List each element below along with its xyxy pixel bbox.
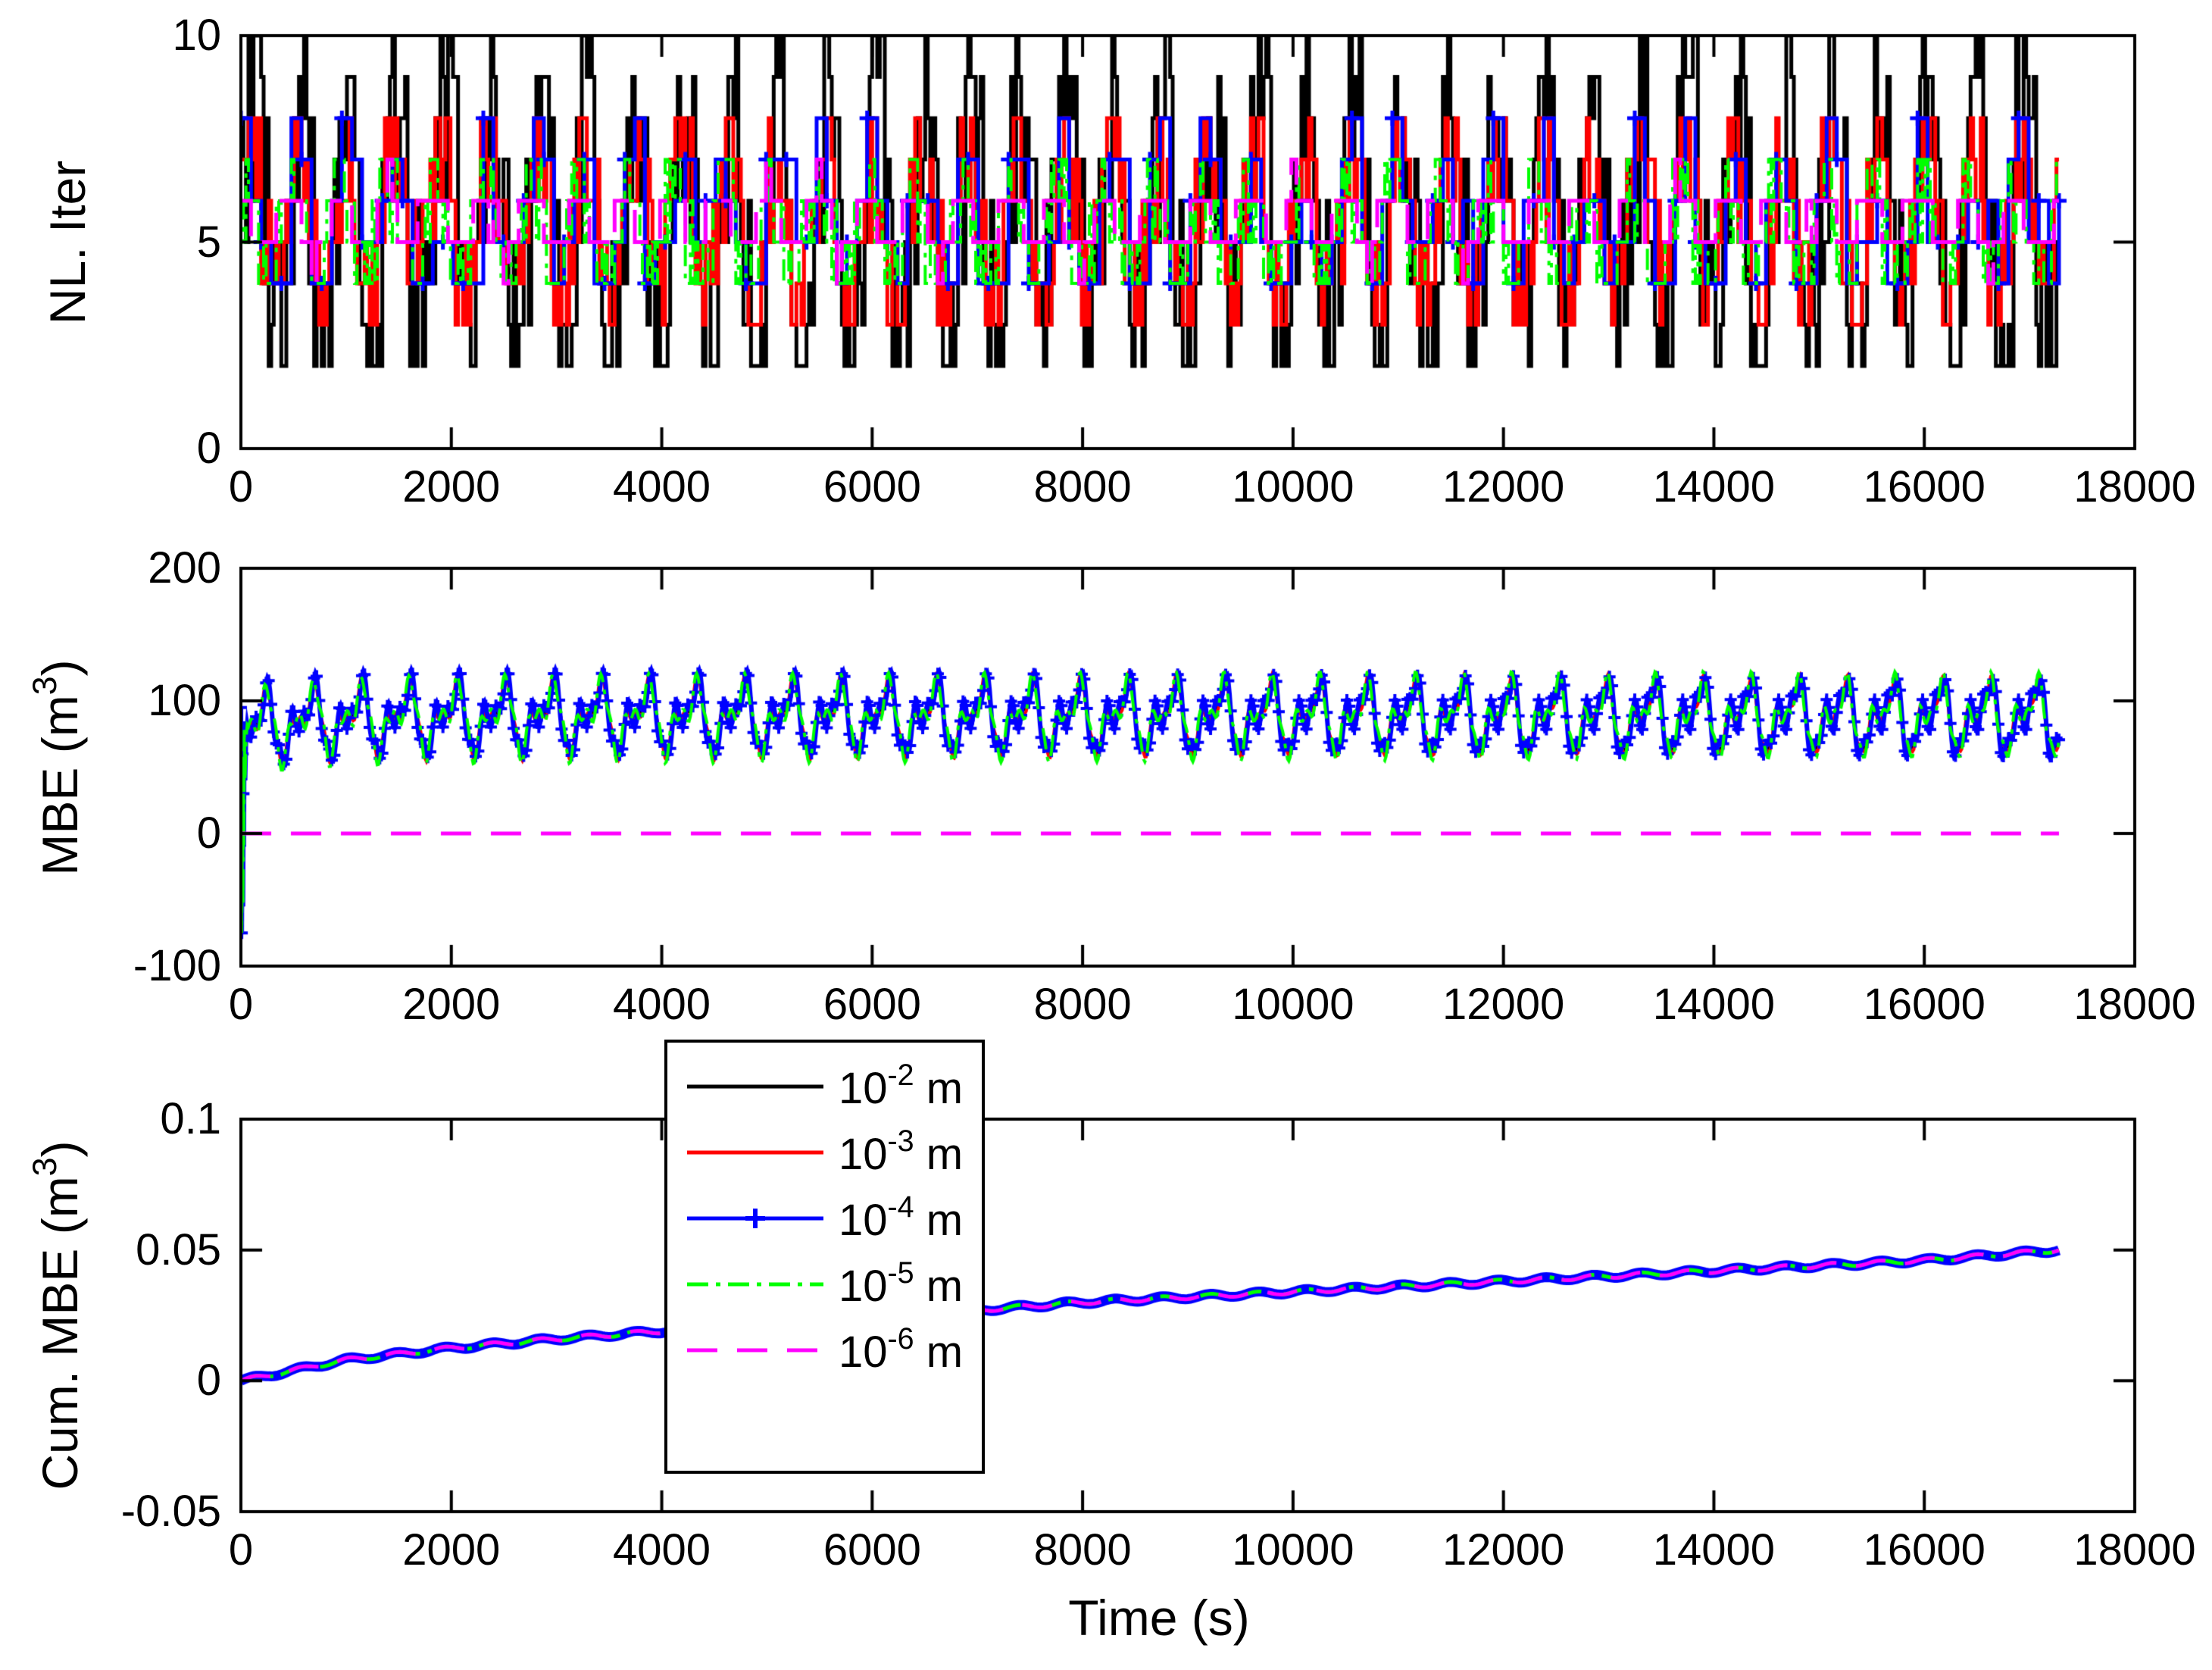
figure: 0 2000 4000 6000 8000 10000 12000 14000 16000 180…: [0, 0, 2212, 1670]
legend: 10-2 m 10-3 m 10-4 m 10-5 m 10-6 m: [664, 1040, 985, 1474]
legend-entry-label: 10-2 m: [839, 1058, 964, 1113]
legend-line-swatch-icon: [687, 1150, 823, 1155]
legend-line-swatch-icon: [687, 1084, 823, 1089]
legend-line-swatch-icon: [687, 1282, 823, 1287]
x-axis-label: Time (s): [1068, 1590, 1250, 1646]
legend-entry-label: 10-6 m: [839, 1321, 964, 1377]
legend-entry-label: 10-3 m: [839, 1124, 964, 1179]
legend-entry-label: 10-5 m: [839, 1256, 964, 1311]
legend-line-swatch-icon: [687, 1209, 823, 1228]
y-axis-label-cum-mbe: Cum. MBE (m3): [25, 1012, 95, 1618]
plus-marker-icon: [745, 1209, 765, 1228]
y-axis-label-text: NL. Iter: [39, 160, 95, 324]
y-axis-label-text: Cum. MBE (m: [32, 1176, 88, 1490]
y-axis-label-mbe: MBE (m3): [25, 464, 95, 1071]
y-axis-label-post: ): [32, 1140, 88, 1158]
y-axis-label-text: MBE (m: [32, 694, 88, 876]
y-axis-label-nl-iter: NL. Iter: [39, 0, 103, 546]
y-axis-label-sup: 3: [25, 675, 64, 695]
legend-entry-label: 10-4 m: [839, 1190, 964, 1245]
legend-line-swatch-icon: [687, 1348, 823, 1353]
y-axis-label-sup: 3: [25, 1157, 64, 1177]
y-axis-label-post: ): [32, 658, 88, 676]
plot-canvas: [0, 0, 2212, 1670]
